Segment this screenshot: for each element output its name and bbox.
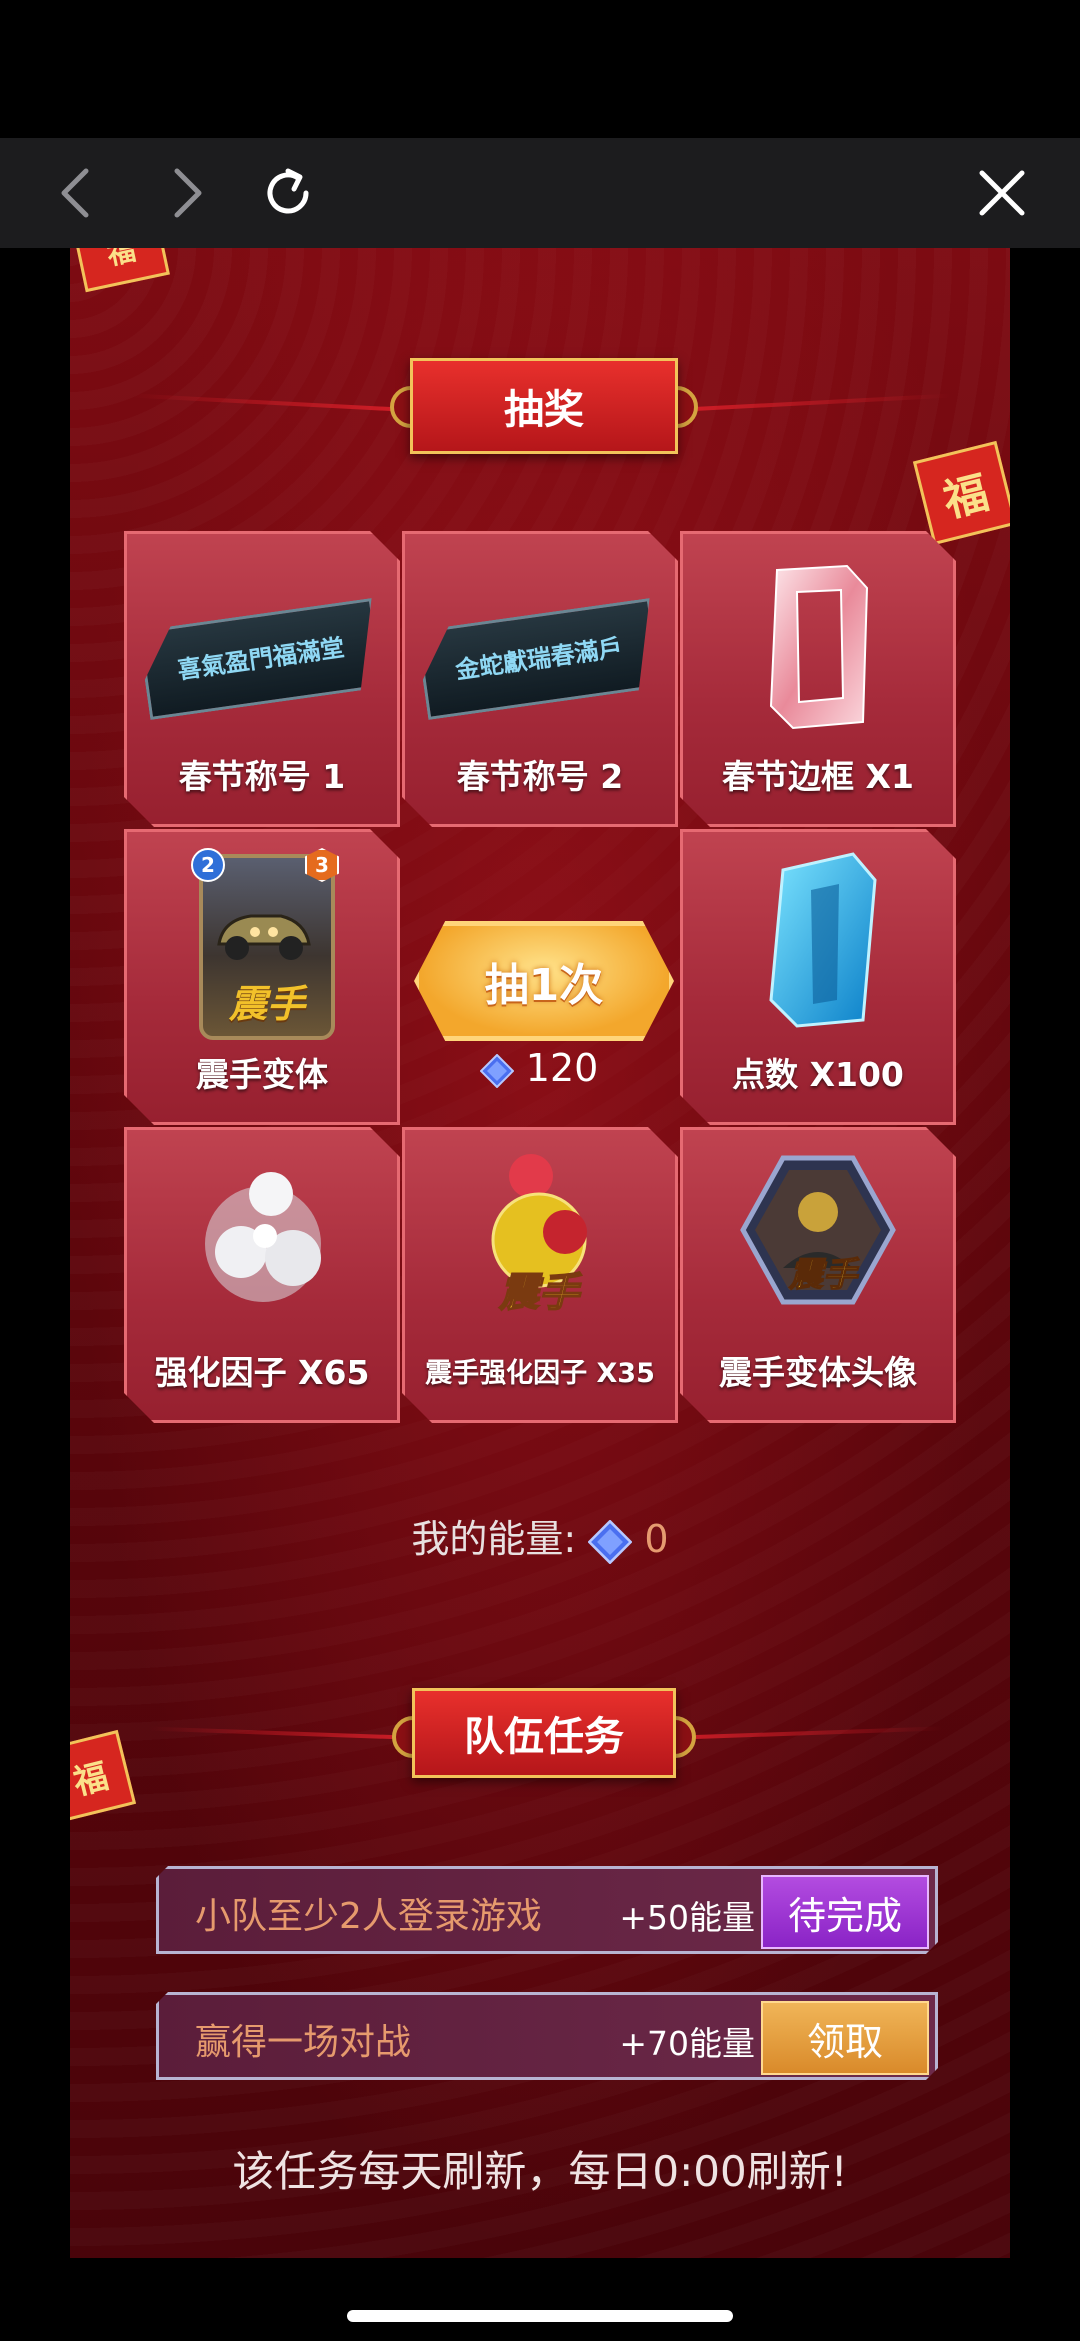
- task-text: 小队至少2人登录游戏: [195, 1896, 542, 1937]
- back-button[interactable]: [48, 163, 108, 223]
- refresh-note: 该任务每天刷新，每日0:00刷新!: [232, 2147, 848, 2196]
- reload-icon: [267, 168, 309, 214]
- home-indicator: [347, 2310, 733, 2322]
- card-name: 震手: [228, 982, 305, 1026]
- task-pending-button[interactable]: 待完成: [761, 1875, 929, 1949]
- energy-gem-icon: [588, 1519, 633, 1564]
- lottery-header: 抽奖: [70, 358, 1010, 454]
- card-name: 震手: [788, 1255, 860, 1295]
- browser-toolbar: [0, 138, 1080, 248]
- forward-button[interactable]: [155, 163, 215, 223]
- prize-label: 春节称号 2: [456, 757, 624, 796]
- prize-label: 强化因子 X65: [154, 1353, 370, 1392]
- draw-once-button[interactable]: 抽1次: [414, 921, 674, 1041]
- points-crystal-icon: [753, 850, 883, 1030]
- prize-label: 点数 X100: [732, 1055, 904, 1094]
- team-task-header: 队伍任务: [70, 1688, 1010, 1778]
- task-reward: +70能量: [619, 2024, 755, 2063]
- prize-label: 春节称号 1: [178, 757, 346, 796]
- fu-decoration: 福: [72, 248, 170, 293]
- variant-booster-icon: 震手: [469, 1148, 609, 1318]
- task-row: 小队至少2人登录游戏 +50能量 待完成: [156, 1866, 938, 1954]
- task-row: 赢得一场对战 +70能量 领取: [156, 1992, 938, 2080]
- booster-orb-icon: [183, 1158, 343, 1318]
- prize-cell-variant-booster[interactable]: 震手 震手强化因子 X35: [402, 1127, 678, 1423]
- fu-decoration: 福: [912, 440, 1010, 546]
- card-frame-icon: [763, 562, 873, 732]
- reload-button[interactable]: [258, 163, 318, 223]
- chevron-left-icon: [61, 168, 89, 218]
- prize-label: 震手变体: [196, 1055, 328, 1094]
- draw-cost: 120: [414, 1046, 664, 1090]
- task-text: 赢得一场对战: [195, 2022, 412, 2063]
- prize-label: 震手强化因子 X35: [425, 1358, 655, 1389]
- my-energy: 我的能量: 0: [70, 1508, 1010, 1564]
- task-reward: +50能量: [619, 1898, 755, 1937]
- energy-value: 0: [644, 1517, 669, 1561]
- variant-card: 震手: [199, 854, 335, 1040]
- lottery-title: 抽奖: [410, 358, 678, 454]
- status-bar: [0, 0, 1080, 138]
- title-badge: 金蛇獻瑞春滿戶: [416, 598, 662, 720]
- chevron-right-icon: [174, 168, 202, 218]
- prize-label: 春节边框 X1: [722, 757, 914, 796]
- avatar-hexagon-icon: 震手: [733, 1150, 903, 1320]
- car-icon: [211, 898, 315, 968]
- energy-gem-icon: [479, 1053, 514, 1088]
- prize-cell-avatar[interactable]: 震手 震手变体头像: [680, 1127, 956, 1423]
- title-badge: 喜氣盈門福滿堂: [138, 598, 384, 720]
- team-task-title: 队伍任务: [412, 1688, 676, 1778]
- prize-cell-title-2[interactable]: 金蛇獻瑞春滿戶 春节称号 2: [402, 531, 678, 827]
- close-icon: [979, 170, 1025, 216]
- card-cost-badge: 2: [191, 848, 225, 882]
- task-claim-button[interactable]: 领取: [761, 2001, 929, 2075]
- close-button[interactable]: [972, 163, 1032, 223]
- draw-cost-value: 120: [525, 1046, 599, 1090]
- event-panel: 福 福 福 抽奖 喜氣盈門福滿堂 春节称号 1 金蛇獻瑞春滿戶 春节称号 2 春…: [70, 248, 1010, 2258]
- card-name: 震手: [498, 1270, 582, 1316]
- prize-cell-booster[interactable]: 强化因子 X65: [124, 1127, 400, 1423]
- prize-cell-frame[interactable]: 春节边框 X1: [680, 531, 956, 827]
- prize-cell-points[interactable]: 点数 X100: [680, 829, 956, 1125]
- prize-cell-title-1[interactable]: 喜氣盈門福滿堂 春节称号 1: [124, 531, 400, 827]
- prize-label: 震手变体头像: [719, 1353, 917, 1392]
- energy-label: 我的能量:: [411, 1517, 577, 1561]
- prize-cell-variant[interactable]: 震手 2 3 震手变体: [124, 829, 400, 1125]
